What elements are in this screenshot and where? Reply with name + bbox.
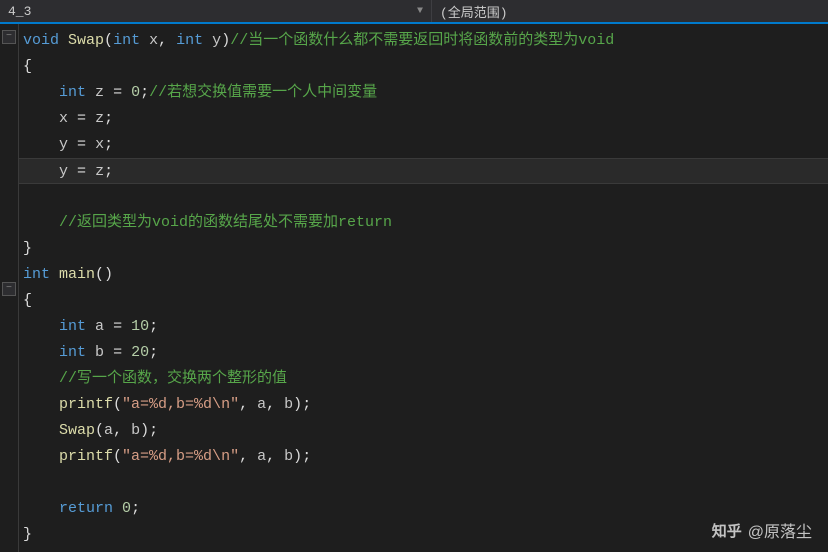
code-line[interactable]: { — [19, 288, 828, 314]
scope-dropdown-left[interactable]: 4_3 ▼ — [0, 0, 432, 22]
code-line[interactable]: return 0; — [19, 496, 828, 522]
header-bar: 4_3 ▼ (全局范围) — [0, 0, 828, 24]
dropdown-left-label: 4_3 — [8, 4, 31, 19]
code-line[interactable]: } — [19, 236, 828, 262]
code-line[interactable]: } — [19, 522, 828, 548]
code-line[interactable]: void Swap(int x, int y)//当一个函数什么都不需要返回时将… — [19, 28, 828, 54]
code-line[interactable]: //返回类型为void的函数结尾处不需要加return — [19, 210, 828, 236]
code-line[interactable]: int z = 0;//若想交换值需要一个人中间变量 — [19, 80, 828, 106]
code-line[interactable]: x = z; — [19, 106, 828, 132]
code-line[interactable]: { — [19, 54, 828, 80]
code-line[interactable] — [19, 470, 828, 496]
fold-gutter: − − — [0, 24, 18, 552]
code-line[interactable]: printf("a=%d,b=%d\n", a, b); — [19, 392, 828, 418]
dropdown-right-label: (全局范围) — [440, 2, 508, 21]
code-line[interactable]: //写一个函数，交换两个整形的值 — [19, 366, 828, 392]
zhihu-logo-icon: 知乎 — [712, 520, 742, 541]
code-editor: − − void Swap(int x, int y)//当一个函数什么都不需要… — [0, 24, 828, 552]
scope-dropdown-right[interactable]: (全局范围) — [432, 0, 828, 22]
fold-minus-icon[interactable]: − — [2, 30, 16, 44]
code-line[interactable] — [19, 184, 828, 210]
code-line[interactable]: int main() — [19, 262, 828, 288]
code-line[interactable]: printf("a=%d,b=%d\n", a, b); — [19, 444, 828, 470]
code-line[interactable]: Swap(a, b); — [19, 418, 828, 444]
code-line-current[interactable]: y = z; — [19, 158, 828, 184]
chevron-down-icon: ▼ — [417, 6, 423, 17]
code-line[interactable]: y = x; — [19, 132, 828, 158]
watermark-author: @原落尘 — [748, 518, 812, 542]
watermark: 知乎 @原落尘 — [712, 518, 812, 542]
code-area[interactable]: void Swap(int x, int y)//当一个函数什么都不需要返回时将… — [18, 24, 828, 552]
code-line[interactable]: int b = 20; — [19, 340, 828, 366]
code-line[interactable]: int a = 10; — [19, 314, 828, 340]
fold-minus-icon[interactable]: − — [2, 282, 16, 296]
